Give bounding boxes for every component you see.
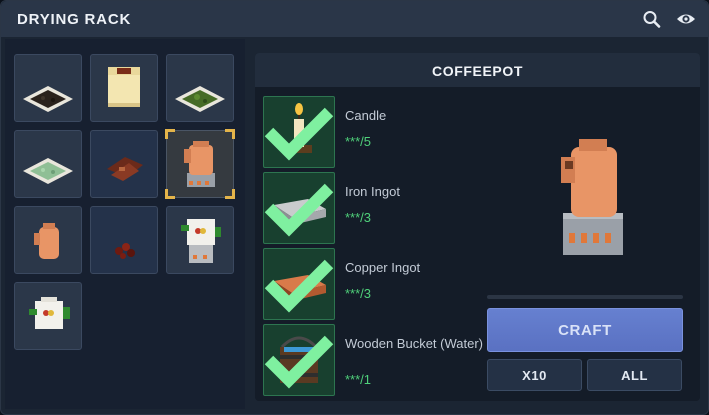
ingredient-name: Iron Ingot: [345, 184, 400, 199]
dried-berries-icon: [115, 243, 135, 259]
dried-mint-plate-icon: [23, 158, 73, 184]
ingredient-slot[interactable]: [263, 324, 335, 396]
item-title: COFFEEPOT: [432, 63, 523, 79]
ingredient-name: Wooden Bucket (Water): [345, 336, 483, 351]
recipe-slot-5[interactable]: [90, 130, 158, 198]
window-title: DRYING RACK: [17, 11, 132, 28]
ingredient-row: Copper Ingot ***/3: [263, 248, 483, 320]
recipe-slot-4[interactable]: [14, 130, 82, 198]
teapot-on-stove-icon: [181, 219, 221, 263]
selection-corner: [225, 189, 235, 199]
recipe-details-panel: COFFEEPOT Candle ***/5 Iron Ingot ***/3 …: [255, 53, 700, 401]
recipe-slot-2[interactable]: [90, 54, 158, 122]
ingredient-quantity: ***/3: [345, 286, 372, 301]
recipe-slot-1[interactable]: [14, 54, 82, 122]
eye-icon[interactable]: [676, 10, 696, 28]
recipe-slot-9[interactable]: [166, 206, 234, 274]
check-icon: [264, 183, 334, 237]
ingredient-slot[interactable]: [263, 96, 335, 168]
ingredient-row: Iron Ingot ***/3: [263, 172, 483, 244]
search-icon[interactable]: [642, 10, 662, 28]
craft-all-button[interactable]: ALL: [587, 359, 682, 391]
dried-soil-plate-icon: [23, 86, 73, 112]
recipe-grid: [5, 39, 245, 409]
check-icon: [264, 259, 334, 313]
item-header: COFFEEPOT: [255, 53, 700, 87]
craft-button[interactable]: CRAFT: [487, 308, 683, 352]
dried-herbs-plate-icon: [175, 86, 225, 112]
check-icon: [264, 107, 334, 161]
ingredient-quantity: ***/1: [345, 372, 372, 387]
recipe-slot-3[interactable]: [166, 54, 234, 122]
selection-corner: [165, 189, 175, 199]
check-icon: [264, 335, 334, 389]
ingredient-slot[interactable]: [263, 248, 335, 320]
clay-jar-icon: [108, 67, 140, 107]
title-bar: DRYING RACK: [1, 1, 708, 37]
recipe-slot-8[interactable]: [90, 206, 158, 274]
drying-rack-window: DRYING RACK COFFEEPOT Candle ***/5 Iron …: [0, 0, 709, 415]
decorated-teapot-icon: [29, 297, 70, 329]
dried-meat-icon: [107, 157, 143, 181]
coffeepot-preview-icon: [561, 139, 623, 255]
ingredient-row: Wooden Bucket (Water) ***/1: [263, 324, 483, 396]
selection-corner: [165, 129, 175, 139]
ingredient-name: Candle: [345, 108, 387, 123]
craft-x10-button[interactable]: X10: [487, 359, 582, 391]
ingredient-row: Candle ***/5: [263, 96, 483, 168]
recipe-slot-7[interactable]: [14, 206, 82, 274]
selection-corner: [225, 129, 235, 139]
recipe-slot-10[interactable]: [14, 282, 82, 350]
ingredient-name: Copper Ingot: [345, 260, 421, 275]
coffeepot-icon: [184, 141, 215, 187]
ingredient-slot[interactable]: [263, 172, 335, 244]
craft-progress-bar: [487, 295, 683, 299]
copper-pitcher-icon: [34, 223, 59, 259]
ingredient-quantity: ***/3: [345, 210, 372, 225]
ingredient-quantity: ***/5: [345, 134, 372, 149]
recipe-slot-6-selected[interactable]: [165, 129, 235, 199]
